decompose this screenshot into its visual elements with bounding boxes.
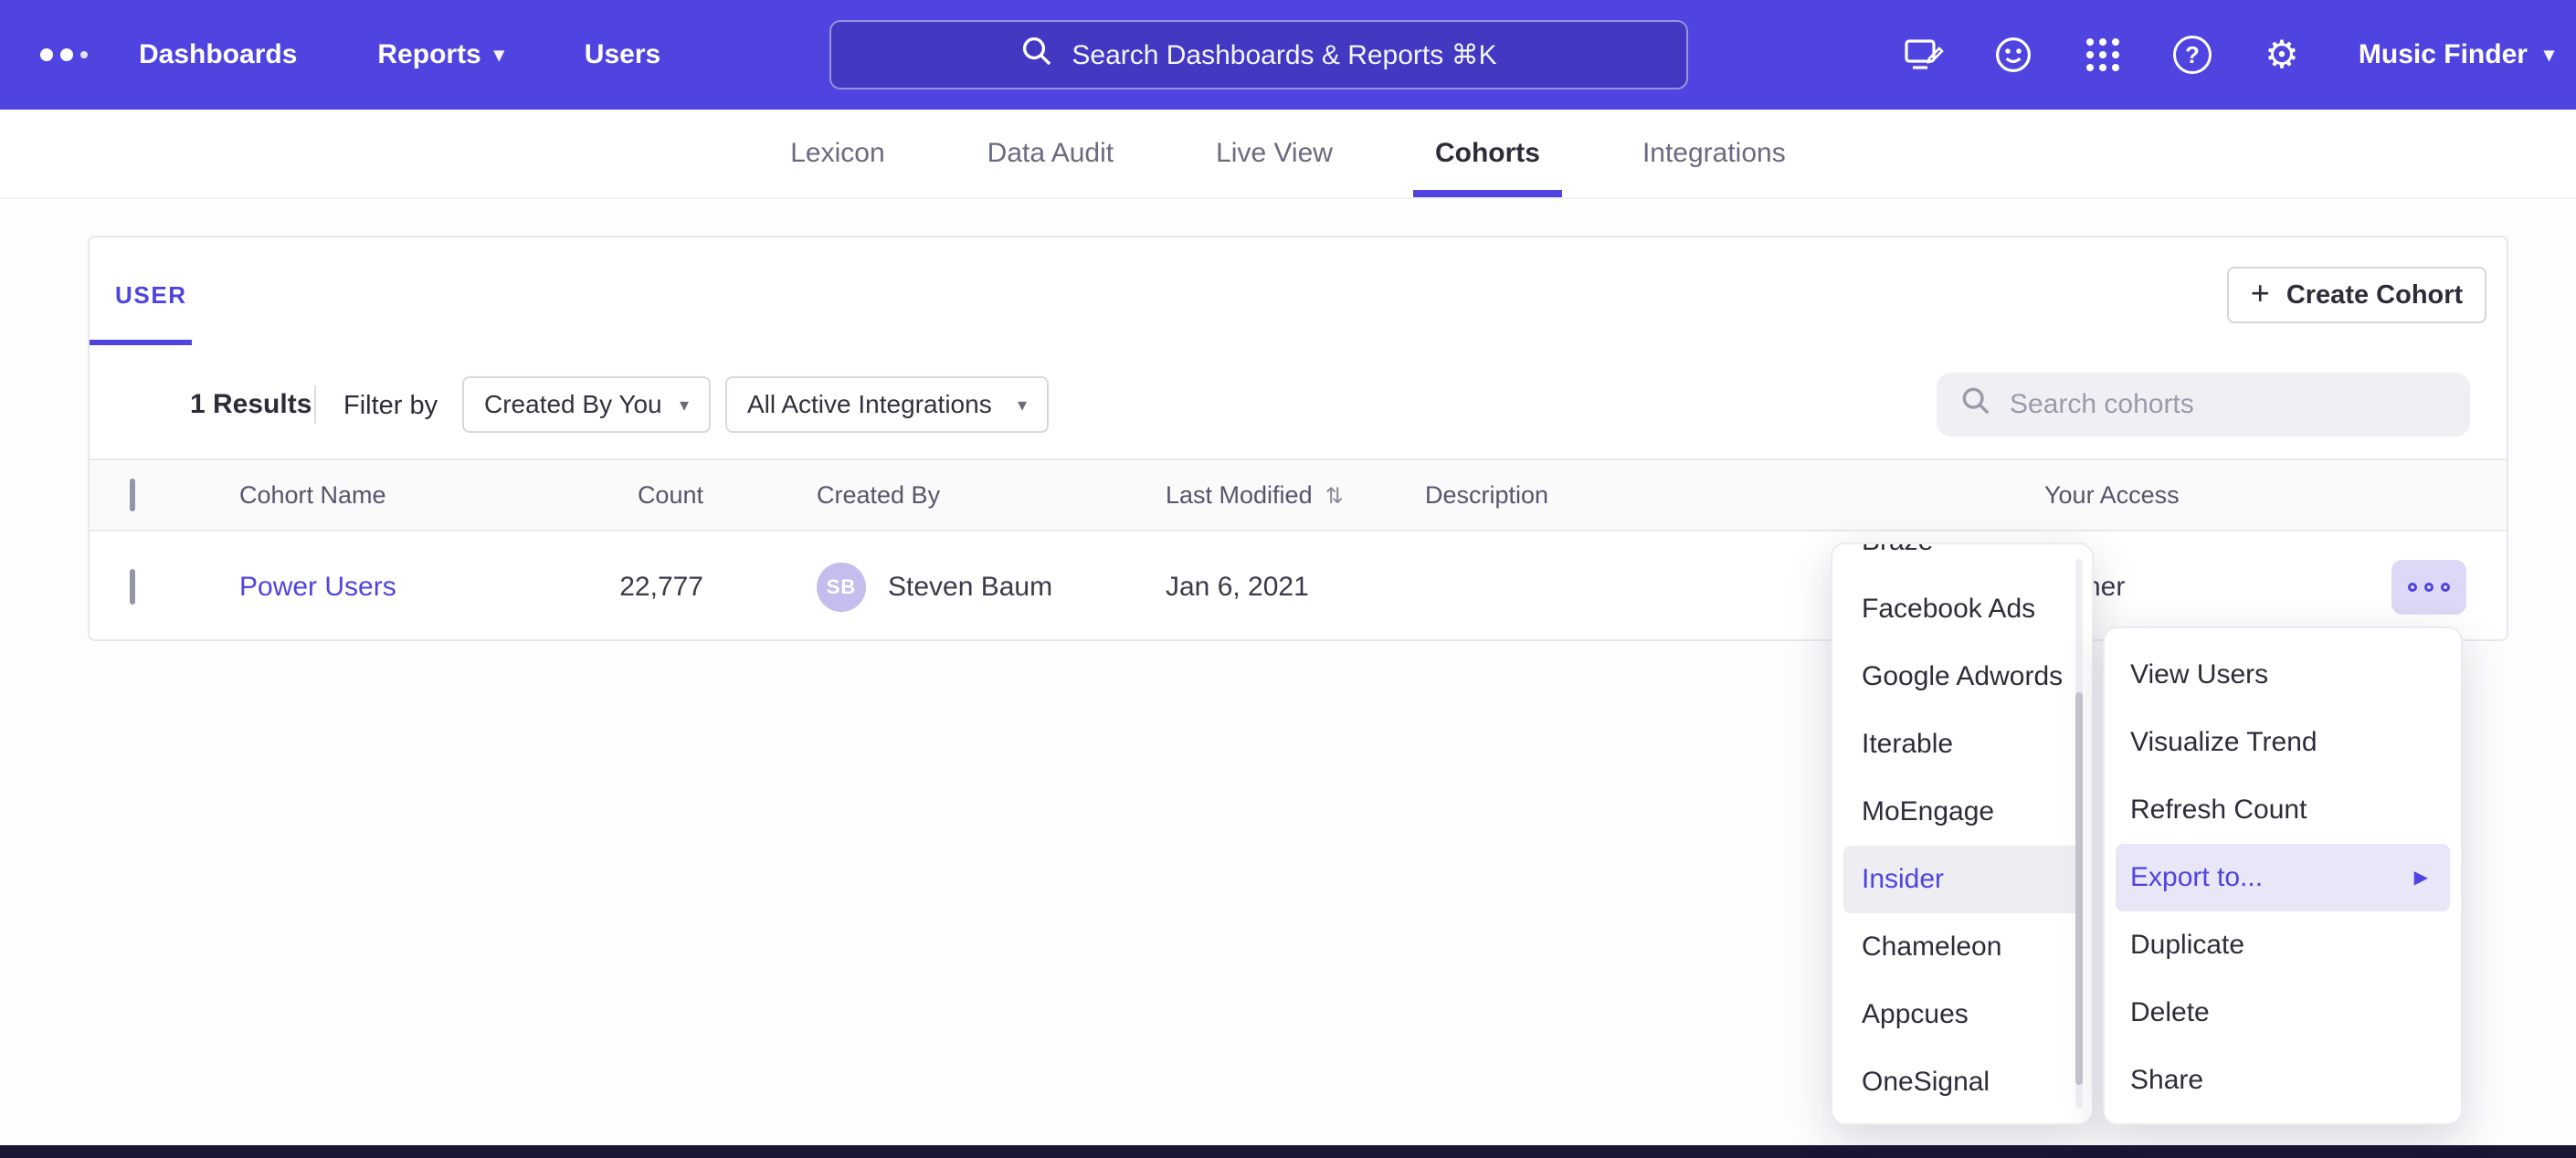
- active-tab-underline: [90, 340, 192, 345]
- nav-reports[interactable]: Reports▾: [377, 39, 503, 70]
- scrollbar-thumb[interactable]: [2075, 692, 2083, 1085]
- menu-item-export-to[interactable]: Export to... ▶: [2116, 844, 2450, 911]
- screen-report-icon[interactable]: [1904, 35, 1944, 75]
- logo-dot: [40, 48, 53, 61]
- top-navbar: Dashboards Reports▾ Users Search Dashboa…: [0, 0, 2576, 110]
- tab-user-cohorts[interactable]: USER: [115, 281, 187, 310]
- cohort-search-box[interactable]: [1937, 373, 2470, 437]
- search-icon: [1960, 385, 1991, 424]
- filter-integrations-dropdown[interactable]: All Active Integrations ▾: [725, 376, 1049, 433]
- menu-item-appcues[interactable]: Appcues: [1832, 981, 2092, 1048]
- header-your-access: Your Access: [2044, 481, 2355, 510]
- menu-item-iterable[interactable]: Iterable: [1832, 711, 2092, 778]
- menu-item-moengage[interactable]: MoEngage: [1832, 778, 2092, 846]
- tab-data-audit[interactable]: Data Audit: [984, 110, 1117, 197]
- cohorts-card: USER + Create Cohort 1 Results Filter by…: [88, 236, 2508, 641]
- cohort-search-input[interactable]: [2010, 389, 2446, 420]
- status-smiley-icon[interactable]: [1993, 35, 2033, 75]
- row-checkbox[interactable]: [130, 569, 135, 605]
- menu-item-visualize-trend[interactable]: Visualize Trend: [2105, 709, 2461, 776]
- nav-users[interactable]: Users: [585, 39, 660, 70]
- create-cohort-button[interactable]: + Create Cohort: [2227, 267, 2486, 323]
- menu-item-braze[interactable]: Braze: [1832, 542, 2092, 575]
- created-by-name: Steven Baum: [888, 572, 1052, 603]
- header-description: Description: [1425, 481, 2044, 510]
- logo-dot: [80, 51, 88, 58]
- global-search-placeholder: Search Dashboards & Reports ⌘K: [1072, 39, 1496, 71]
- menu-item-delete[interactable]: Delete: [2105, 979, 2461, 1047]
- tab-live-view[interactable]: Live View: [1212, 110, 1336, 197]
- menu-item-duplicate[interactable]: Duplicate: [2105, 911, 2461, 979]
- screen: Dashboards Reports▾ Users Search Dashboa…: [0, 0, 2576, 1158]
- cohort-name-link[interactable]: Power Users: [239, 572, 396, 602]
- help-icon[interactable]: ?: [2172, 35, 2212, 75]
- tab-integrations[interactable]: Integrations: [1639, 110, 1789, 197]
- navbar-right-cluster: ? ⚙ Music Finder ▾: [1904, 0, 2554, 110]
- avatar: SB: [817, 563, 866, 612]
- cohort-count: 22,777: [565, 572, 703, 603]
- plus-icon: +: [2251, 274, 2270, 312]
- export-destinations-list: Braze Facebook Ads Google Adwords Iterab…: [1832, 542, 2092, 1116]
- logo-dot: [60, 48, 73, 61]
- menu-item-chameleon[interactable]: Chameleon: [1832, 913, 2092, 981]
- tab-lexicon[interactable]: Lexicon: [787, 110, 888, 197]
- submenu-arrow-icon: ▶: [2414, 844, 2428, 911]
- workspace-name: Music Finder: [2359, 39, 2528, 70]
- apps-grid-icon[interactable]: [2083, 35, 2123, 75]
- menu-item-google-adwords[interactable]: Google Adwords: [1832, 643, 2092, 711]
- filter-by-label: Filter by: [343, 391, 438, 421]
- header-cohort-name: Cohort Name: [199, 481, 565, 510]
- header-last-modified[interactable]: Last Modified⇅: [1166, 481, 1425, 510]
- menu-item-onesignal[interactable]: OneSignal: [1832, 1048, 2092, 1116]
- menu-item-facebook-ads[interactable]: Facebook Ads: [1832, 575, 2092, 643]
- sort-icon[interactable]: ⇅: [1325, 484, 1344, 509]
- cohorts-table: Cohort Name Count Created By Last Modifi…: [90, 458, 2507, 643]
- menu-item-refresh-count[interactable]: Refresh Count: [2105, 776, 2461, 844]
- last-modified-value: Jan 6, 2021: [1166, 572, 1425, 603]
- nav-dashboards[interactable]: Dashboards: [139, 39, 297, 70]
- select-all-checkbox[interactable]: [130, 479, 135, 511]
- chevron-down-icon: ▾: [680, 394, 689, 416]
- global-search-input[interactable]: Search Dashboards & Reports ⌘K: [829, 20, 1688, 89]
- section-tabbar: Lexicon Data Audit Live View Cohorts Int…: [0, 110, 2576, 199]
- bottom-window-edge: [0, 1145, 2576, 1158]
- table-header-row: Cohort Name Count Created By Last Modifi…: [90, 458, 2507, 532]
- header-created-by: Created By: [703, 481, 1166, 510]
- menu-item-share[interactable]: Share: [2105, 1047, 2461, 1114]
- menu-item-insider[interactable]: Insider: [1843, 846, 2081, 913]
- header-count: Count: [565, 481, 703, 510]
- chevron-down-icon: ▾: [2544, 43, 2554, 67]
- brand-logo: [40, 48, 88, 61]
- menu-item-view-users[interactable]: View Users: [2105, 641, 2461, 709]
- export-destinations-menu: Braze Facebook Ads Google Adwords Iterab…: [1831, 542, 2094, 1125]
- row-actions-menu: View Users Visualize Trend Refresh Count…: [2103, 626, 2463, 1125]
- results-count: 1 Results: [190, 389, 311, 420]
- workspace-switcher[interactable]: Music Finder ▾: [2359, 39, 2554, 70]
- chevron-down-icon: ▾: [494, 43, 504, 67]
- filter-created-by-dropdown[interactable]: Created By You ▾: [462, 376, 711, 433]
- settings-gear-icon[interactable]: ⚙: [2262, 35, 2302, 75]
- divider: [314, 385, 316, 424]
- chevron-down-icon: ▾: [1018, 394, 1027, 416]
- search-icon: [1020, 35, 1053, 75]
- tab-cohorts[interactable]: Cohorts: [1431, 110, 1544, 197]
- row-actions-button[interactable]: [2391, 560, 2466, 615]
